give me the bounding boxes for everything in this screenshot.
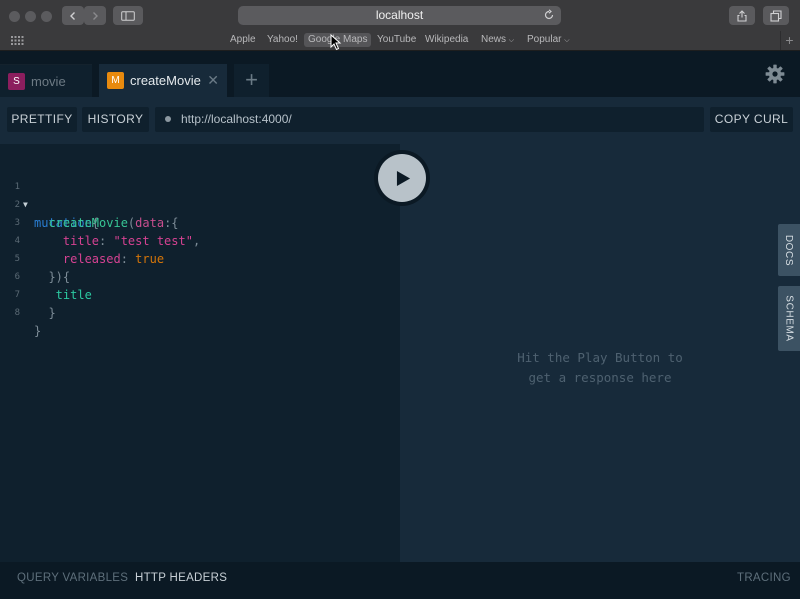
favorite-news[interactable]: News ⌵ xyxy=(481,34,514,45)
chevron-down-icon: ⌵ xyxy=(508,37,515,44)
favorites-bar: Apple Yahoo! Google Maps YouTube Wikiped… xyxy=(0,31,800,50)
code-line: 7 } xyxy=(0,268,56,320)
result-pane: Hit the Play Button to get a response he… xyxy=(400,144,800,562)
result-hint-line: Hit the Play Button to xyxy=(517,350,683,365)
favorite-apple[interactable]: Apple xyxy=(230,34,256,45)
code-token: } xyxy=(34,306,56,320)
code-token: "test test" xyxy=(113,234,193,248)
line-number: 8 xyxy=(14,308,20,318)
code-token: }){ xyxy=(34,270,71,284)
schema-tab[interactable]: SCHEMA xyxy=(778,286,800,351)
playground-tab-bar: S movie M createMovie ✕ xyxy=(0,51,800,97)
tabs-overview-button[interactable] xyxy=(763,6,789,25)
mouse-cursor-icon xyxy=(330,34,342,51)
result-hint-line: get a response here xyxy=(528,370,672,385)
code-line: 8 } xyxy=(0,286,42,338)
docs-tab[interactable]: DOCS xyxy=(778,224,800,276)
address-text: localhost xyxy=(375,8,424,22)
zoom-window-button[interactable] xyxy=(41,11,52,22)
favorite-popular-label: Popular xyxy=(527,34,562,45)
code-line: 6 title xyxy=(0,250,92,302)
play-button-face xyxy=(378,154,426,202)
share-icon xyxy=(737,9,747,22)
favorite-youtube[interactable]: YouTube xyxy=(377,34,416,45)
code-line: 3 title: "test test", xyxy=(0,196,201,248)
chevron-left-icon xyxy=(70,11,75,20)
grid-icon[interactable] xyxy=(11,36,24,45)
gear-icon[interactable] xyxy=(765,64,785,84)
endpoint-url: http://localhost:4000/ xyxy=(181,112,292,126)
code-line: 2 createMovie(data:{ xyxy=(0,178,179,230)
sidebar-toggle-button[interactable] xyxy=(113,6,143,25)
play-button[interactable] xyxy=(374,150,430,206)
tabs-icon xyxy=(770,9,782,22)
tab-badge: S xyxy=(8,72,25,90)
tab-label: createMovie xyxy=(130,73,201,88)
code-token: createMovie xyxy=(34,216,128,230)
connection-status-dot xyxy=(165,116,171,122)
code-token: , xyxy=(192,234,201,248)
playground-toolbar: PRETTIFY HISTORY http://localhost:4000/ … xyxy=(0,97,800,144)
forward-button[interactable] xyxy=(84,6,106,25)
code-token: } xyxy=(34,324,42,338)
code-line: 1 ▼ mutation{ xyxy=(0,160,99,230)
close-icon[interactable]: ✕ xyxy=(207,72,219,89)
prettify-button[interactable]: PRETTIFY xyxy=(7,107,77,132)
http-headers-tab[interactable]: HTTP HEADERS xyxy=(135,572,227,584)
favorite-yahoo[interactable]: Yahoo! xyxy=(267,34,298,45)
tracing-tab[interactable]: TRACING xyxy=(737,572,791,584)
endpoint-input[interactable]: http://localhost:4000/ xyxy=(155,107,704,132)
history-button[interactable]: HISTORY xyxy=(82,107,149,132)
code-token: : xyxy=(120,252,136,266)
code-token: released xyxy=(34,252,121,266)
code-token: title xyxy=(34,288,92,302)
code-token: :{ xyxy=(164,216,179,230)
play-icon xyxy=(396,170,411,186)
bottom-panel-bar: QUERY VARIABLES HTTP HEADERS TRACING xyxy=(0,562,800,599)
code-line: 5 }){ xyxy=(0,232,71,284)
tab-createmovie[interactable]: M createMovie ✕ xyxy=(99,64,227,97)
chevron-down-icon: ⌵ xyxy=(564,37,570,44)
tab-label: movie xyxy=(31,73,66,89)
code-line: 4 released: true xyxy=(0,214,164,266)
tab-badge: M xyxy=(107,72,124,89)
favorite-wikipedia[interactable]: Wikipedia xyxy=(425,34,468,45)
add-tab-button[interactable]: + xyxy=(234,64,269,97)
result-placeholder: Hit the Play Button to get a response he… xyxy=(400,348,800,388)
code-token: : xyxy=(99,234,114,248)
browser-toolbar: localhost Apple Yahoo! Google Maps YouTu… xyxy=(0,0,800,51)
address-bar[interactable]: localhost xyxy=(238,6,561,25)
query-variables-tab[interactable]: QUERY VARIABLES xyxy=(17,572,128,584)
code-token: data xyxy=(135,216,165,230)
favorite-popular[interactable]: Popular ⌵ xyxy=(527,34,570,45)
back-button[interactable] xyxy=(62,6,84,25)
code-token: title xyxy=(34,234,100,248)
new-tab-plus-icon[interactable]: + xyxy=(780,31,798,50)
reload-icon[interactable] xyxy=(543,9,555,21)
schema-tab-label: SCHEMA xyxy=(783,295,795,342)
docs-tab-label: DOCS xyxy=(783,234,795,266)
tab-movie[interactable]: S movie xyxy=(0,64,92,97)
sidebar-icon xyxy=(121,10,135,21)
query-editor[interactable]: 1 ▼ mutation{ 2 createMovie(data:{ 3 tit… xyxy=(0,144,400,562)
favorite-news-label: News xyxy=(481,34,507,45)
minimize-window-button[interactable] xyxy=(25,11,36,22)
close-window-button[interactable] xyxy=(9,11,20,22)
copy-curl-button[interactable]: COPY CURL xyxy=(710,107,793,132)
share-button[interactable] xyxy=(729,6,755,25)
chevron-right-icon xyxy=(93,11,98,20)
code-token: true xyxy=(135,252,165,266)
